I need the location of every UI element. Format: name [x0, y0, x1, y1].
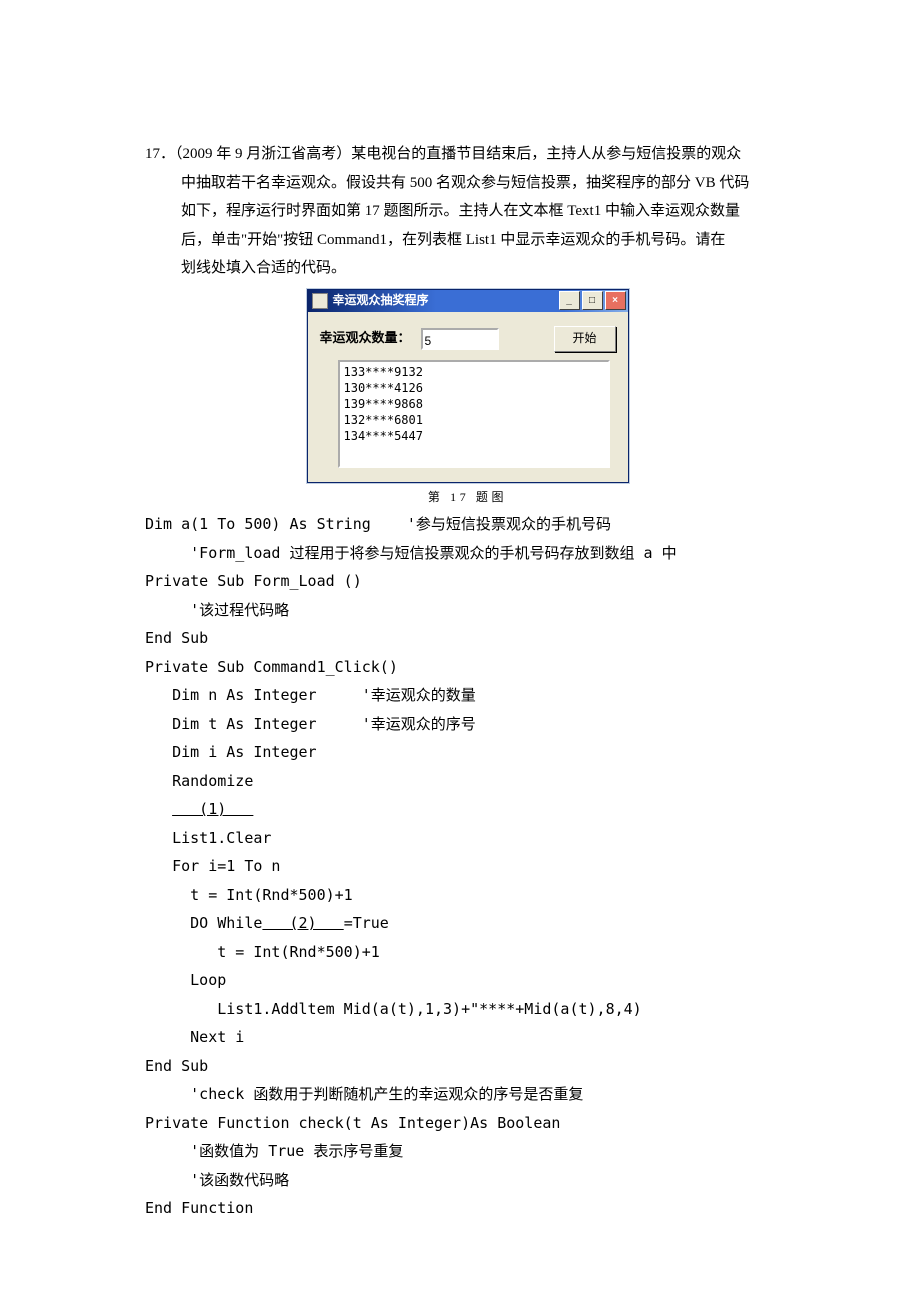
- code-line: Private Sub Command1_Click(): [145, 658, 398, 676]
- vb-window: 幸运观众抽奖程序 _ □ × 幸运观众数量： 5 开始 133****9132 …: [307, 289, 629, 483]
- stem-line-2: 中抽取若干名幸运观众。假设共有 500 名观众参与短信投票，抽奖程序的部分 VB…: [145, 169, 790, 198]
- stem-line-5: 划线处填入合适的代码。: [145, 254, 790, 283]
- stem-line-3: 如下，程序运行时界面如第 17 题图所示。主持人在文本框 Text1 中输入幸运…: [145, 197, 790, 226]
- question-number: 17．: [145, 146, 175, 162]
- titlebar: 幸运观众抽奖程序 _ □ ×: [308, 290, 628, 312]
- stem-line-1: （2009 年 9 月浙江省高考）某电视台的直播节目结束后，主持人从参与短信投票…: [175, 146, 741, 162]
- code-frag: =True: [344, 914, 389, 932]
- figure-caption: 第 17 题图: [145, 486, 790, 509]
- list-item[interactable]: 130****4126: [344, 380, 604, 396]
- text1-input[interactable]: 5: [421, 328, 499, 350]
- start-button[interactable]: 开始: [554, 326, 616, 352]
- app-icon: [312, 293, 328, 309]
- code-line: End Sub: [145, 1057, 208, 1075]
- code-line: End Function: [145, 1199, 253, 1217]
- figure-container: 幸运观众抽奖程序 _ □ × 幸运观众数量： 5 开始 133****9132 …: [145, 289, 790, 509]
- code-line: t = Int(Rnd*500)+1: [145, 886, 353, 904]
- code-line: List1.Clear: [145, 829, 271, 847]
- close-button[interactable]: ×: [605, 291, 626, 310]
- code-line: '函数值为 True 表示序号重复: [145, 1142, 403, 1160]
- code-line: Dim t As Integer '幸运观众的序号: [145, 715, 476, 733]
- code-line: Next i: [145, 1028, 244, 1046]
- code-line: For i=1 To n: [145, 857, 280, 875]
- code-line: t = Int(Rnd*500)+1: [145, 943, 380, 961]
- code-line: End Sub: [145, 629, 208, 647]
- code-line: Randomize: [145, 772, 253, 790]
- list-item[interactable]: 132****6801: [344, 412, 604, 428]
- blank-2: (2): [262, 914, 343, 932]
- list-item[interactable]: 139****9868: [344, 396, 604, 412]
- minimize-button[interactable]: _: [559, 291, 580, 310]
- code-line: Private Sub Form_Load (): [145, 572, 362, 590]
- code-line: List1.Addltem Mid(a(t),1,3)+"****+Mid(a(…: [145, 1000, 642, 1018]
- code-line: 'Form_load 过程用于将参与短信投票观众的手机号码存放到数组 a 中: [145, 544, 677, 562]
- code-line: '该函数代码略: [145, 1171, 289, 1189]
- window-title: 幸运观众抽奖程序: [333, 289, 429, 312]
- count-label: 幸运观众数量：: [320, 326, 411, 351]
- code-line: Private Function check(t As Integer)As B…: [145, 1114, 560, 1132]
- code-indent: [145, 800, 172, 818]
- stem-line-4: 后，单击"开始"按钮 Command1，在列表框 List1 中显示幸运观众的手…: [145, 226, 790, 255]
- code-line: Dim i As Integer: [145, 743, 317, 761]
- code-line: Dim n As Integer '幸运观众的数量: [145, 686, 476, 704]
- blank-1: (1): [172, 800, 253, 818]
- code-line: 'check 函数用于判断随机产生的幸运观众的序号是否重复: [145, 1085, 583, 1103]
- code-comment: '参与短信投票观众的手机号码: [407, 515, 611, 533]
- code-line: Loop: [145, 971, 226, 989]
- code-frag: DO While: [145, 914, 262, 932]
- code-line: '该过程代码略: [145, 601, 289, 619]
- list-item[interactable]: 134****5447: [344, 428, 604, 444]
- question-stem: 17．（2009 年 9 月浙江省高考）某电视台的直播节目结束后，主持人从参与短…: [145, 140, 790, 283]
- maximize-button[interactable]: □: [582, 291, 603, 310]
- code-block: Dim a(1 To 500) As String '参与短信投票观众的手机号码…: [145, 510, 790, 1223]
- list1-listbox[interactable]: 133****9132 130****4126 139****9868 132*…: [338, 360, 610, 468]
- list-item[interactable]: 133****9132: [344, 364, 604, 380]
- code-line: Dim a(1 To 500) As String: [145, 515, 407, 533]
